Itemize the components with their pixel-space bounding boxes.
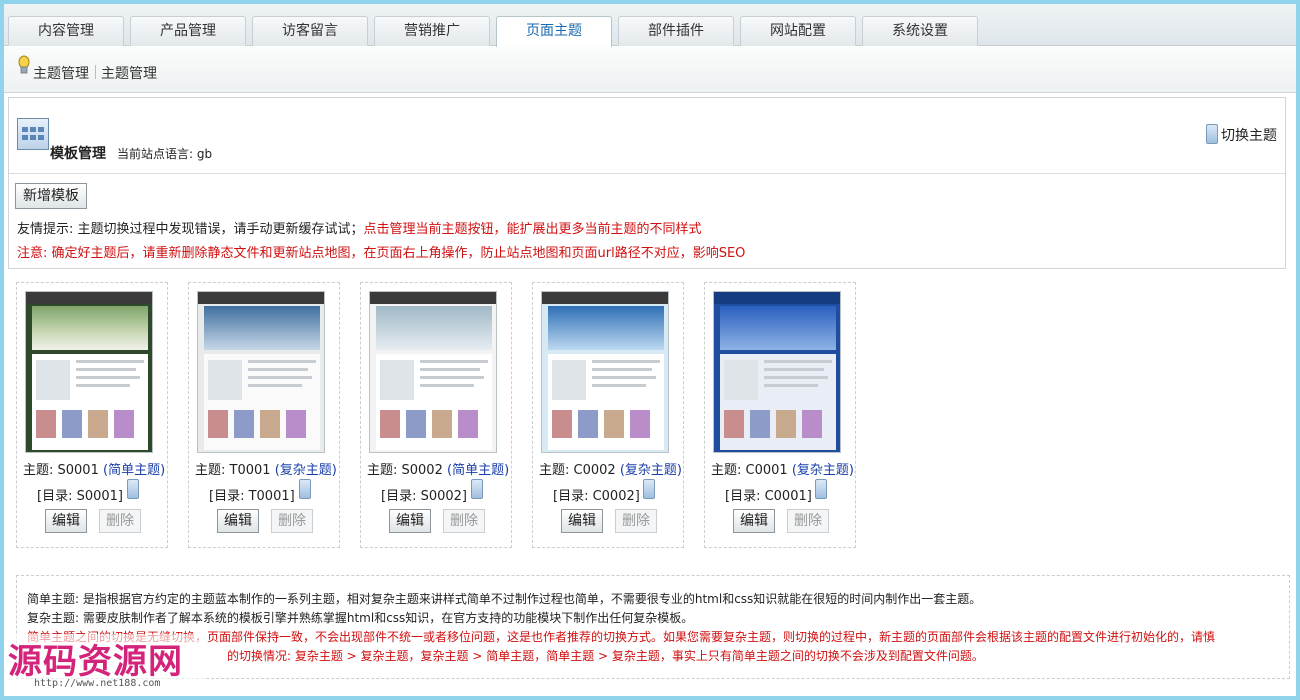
thumb-header <box>542 292 668 304</box>
thumb-header <box>370 292 496 304</box>
theme-thumbnail[interactable] <box>369 291 497 453</box>
site-watermark: 源码资源网 http://www.net188.com <box>4 634 204 694</box>
theme-directory: [目录: T0001] <box>209 489 295 504</box>
manage-theme-icon[interactable] <box>127 479 139 499</box>
thumb-body <box>548 354 664 450</box>
friendly-tip: 友情提示: 主题切换过程中发现错误，请手动更新缓存试试；点击管理当前主题按钮，能… <box>17 218 702 237</box>
theme-thumbnail[interactable] <box>713 291 841 453</box>
theme-card: 主题: S0002 (简单主题) [目录: S0002] 编辑 删除 <box>360 282 512 548</box>
delete-theme-button[interactable]: 删除 <box>99 509 141 533</box>
main-tab-bar: 内容管理 产品管理 访客留言 营销推广 页面主题 部件插件 网站配置 系统设置 <box>4 4 1296 47</box>
breadcrumb-separator <box>95 65 96 79</box>
theme-code: 主题: C0001 <box>711 463 788 478</box>
theme-thumbnail[interactable] <box>197 291 325 453</box>
breadcrumb-item-theme-1[interactable]: 主题管理 <box>33 63 89 83</box>
edit-theme-button[interactable]: 编辑 <box>45 509 87 533</box>
template-manager-icon <box>17 118 49 150</box>
theme-name: 主题: C0002 (复杂主题) <box>533 459 693 478</box>
tab-guestbook[interactable]: 访客留言 <box>252 16 368 46</box>
theme-type-link[interactable]: (复杂主题) <box>792 463 854 478</box>
lightbulb-icon <box>18 55 30 74</box>
theme-thumbnail[interactable] <box>25 291 153 453</box>
manage-theme-icon[interactable] <box>643 479 655 499</box>
theme-card: 主题: C0001 (复杂主题) [目录: C0001] 编辑 删除 <box>704 282 856 548</box>
tab-content[interactable]: 内容管理 <box>8 16 124 46</box>
thumb-hero <box>548 306 664 350</box>
thumb-hero <box>32 306 148 350</box>
page-title: 模板管理 <box>50 146 106 162</box>
switch-icon <box>1206 124 1218 144</box>
edit-theme-button[interactable]: 编辑 <box>217 509 259 533</box>
site-language-label: 当前站点语言: gb <box>117 147 213 161</box>
theme-directory: [目录: S0001] <box>37 489 123 504</box>
theme-card: 主题: S0001 (简单主题) [目录: S0001] 编辑 删除 <box>16 282 168 548</box>
thumb-hero <box>376 306 492 350</box>
delete-theme-button[interactable]: 删除 <box>443 509 485 533</box>
theme-name: 主题: S0001 (简单主题) <box>17 459 177 478</box>
thumb-body <box>720 354 836 450</box>
delete-theme-button[interactable]: 删除 <box>615 509 657 533</box>
delete-theme-button[interactable]: 删除 <box>271 509 313 533</box>
thumb-hero <box>720 306 836 350</box>
theme-code: 主题: T0001 <box>195 463 271 478</box>
manage-theme-icon[interactable] <box>471 479 483 499</box>
thumb-header <box>26 292 152 304</box>
theme-card: 主题: T0001 (复杂主题) [目录: T0001] 编辑 删除 <box>188 282 340 548</box>
template-panel: 模板管理 当前站点语言: gb 切换主题 新增模板 友情提示: 主题切换过程中发… <box>8 97 1286 269</box>
theme-directory: [目录: S0002] <box>381 489 467 504</box>
theme-card: 主题: C0002 (复杂主题) [目录: C0002] 编辑 删除 <box>532 282 684 548</box>
thumb-body <box>32 354 148 450</box>
watermark-url: http://www.net188.com <box>34 678 161 689</box>
breadcrumb-item-theme-2[interactable]: 主题管理 <box>101 63 157 83</box>
theme-code: 主题: C0002 <box>539 463 616 478</box>
watermark-logo-text: 源码资源网 <box>8 642 183 682</box>
switch-theme-link[interactable]: 切换主题 <box>1206 124 1277 145</box>
edit-theme-button[interactable]: 编辑 <box>561 509 603 533</box>
tab-page-theme[interactable]: 页面主题 <box>496 16 612 47</box>
manage-theme-icon[interactable] <box>299 479 311 499</box>
thumb-body <box>204 354 320 450</box>
tip-highlight: 点击管理当前主题按钮，能扩展出更多当前主题的不同样式 <box>363 222 702 237</box>
note-complex-theme: 复杂主题: 需要皮肤制作者了解本系统的模板引擎并熟练掌握html和css知识，在… <box>27 611 694 625</box>
template-panel-header: 模板管理 当前站点语言: gb 切换主题 <box>9 98 1285 174</box>
breadcrumb: 主题管理 主题管理 <box>4 47 1296 93</box>
tab-system-settings[interactable]: 系统设置 <box>862 16 978 46</box>
edit-theme-button[interactable]: 编辑 <box>733 509 775 533</box>
theme-directory: [目录: C0001] <box>725 489 812 504</box>
theme-type-link[interactable]: (简单主题) <box>103 463 165 478</box>
note-switch-cases: 的切换情况: 复杂主题 > 复杂主题，复杂主题 > 简单主题，简单主题 > 复杂… <box>227 649 984 663</box>
thumb-header <box>198 292 324 304</box>
thumb-hero <box>204 306 320 350</box>
theme-thumbnail[interactable] <box>541 291 669 453</box>
delete-theme-button[interactable]: 删除 <box>787 509 829 533</box>
seo-warning: 注意: 确定好主题后，请重新删除静态文件和更新站点地图，在页面右上角操作，防止站… <box>17 246 746 261</box>
theme-notes: 简单主题: 是指根据官方约定的主题蓝本制作的一系列主题，相对复杂主题来讲样式简单… <box>16 575 1290 679</box>
tab-marketing[interactable]: 营销推广 <box>374 16 490 46</box>
add-template-button[interactable]: 新增模板 <box>15 183 87 209</box>
note-simple-theme: 简单主题: 是指根据官方约定的主题蓝本制作的一系列主题，相对复杂主题来讲样式简单… <box>27 592 982 606</box>
theme-name: 主题: C0001 (复杂主题) <box>705 459 865 478</box>
note-switch-warning: 简单主题之间的切换是无缝切换，页面部件保持一致，不会出现部件不统一或者移位问题，… <box>27 630 1216 644</box>
theme-name: 主题: T0001 (复杂主题) <box>189 459 349 478</box>
manage-theme-icon[interactable] <box>815 479 827 499</box>
theme-type-link[interactable]: (简单主题) <box>447 463 509 478</box>
tip-text: 友情提示: 主题切换过程中发现错误，请手动更新缓存试试； <box>17 222 364 237</box>
theme-type-link[interactable]: (复杂主题) <box>275 463 337 478</box>
tab-site-config[interactable]: 网站配置 <box>740 16 856 46</box>
theme-directory: [目录: C0002] <box>553 489 640 504</box>
tab-products[interactable]: 产品管理 <box>130 16 246 46</box>
theme-name: 主题: S0002 (简单主题) <box>361 459 521 478</box>
theme-code: 主题: S0001 <box>23 463 99 478</box>
switch-theme-label: 切换主题 <box>1221 128 1277 144</box>
thumb-header <box>714 292 840 304</box>
edit-theme-button[interactable]: 编辑 <box>389 509 431 533</box>
theme-code: 主题: S0002 <box>367 463 443 478</box>
thumb-body <box>376 354 492 450</box>
theme-type-link[interactable]: (复杂主题) <box>620 463 682 478</box>
tab-plugins[interactable]: 部件插件 <box>618 16 734 46</box>
